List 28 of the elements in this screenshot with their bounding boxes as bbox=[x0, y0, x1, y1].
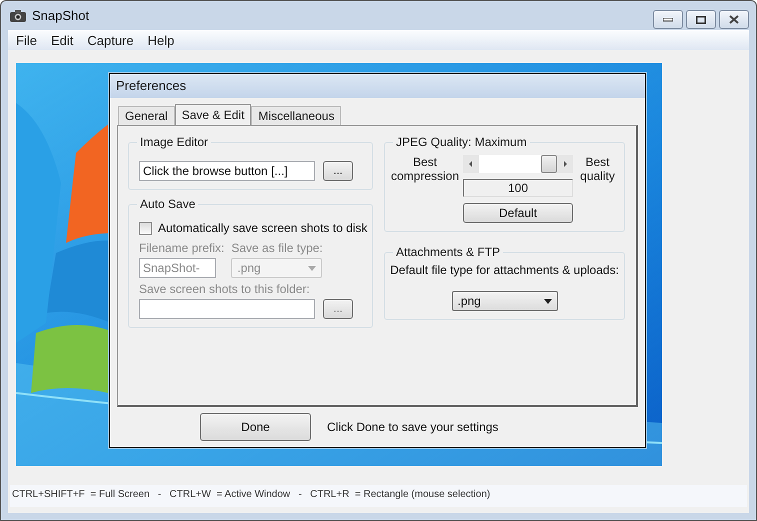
group-title: Auto Save bbox=[137, 197, 198, 211]
field-label: Default file type for attachments & uploads: bbox=[390, 263, 619, 277]
menu-item[interactable]: Edit bbox=[44, 32, 80, 48]
tab[interactable]: Save & Edit bbox=[174, 104, 252, 126]
quality-value: 100 bbox=[463, 179, 574, 197]
hint-text: Click Done to save your settings bbox=[327, 420, 498, 434]
dialog-title: Preferences bbox=[110, 74, 645, 98]
menu-item[interactable]: Capture bbox=[80, 32, 141, 48]
input-field[interactable]: Click the browse button [...] bbox=[139, 161, 315, 181]
group-title: Attachments & FTP bbox=[393, 245, 504, 259]
checkbox-label: Automatically save screen shots to disk bbox=[158, 221, 368, 235]
window-title: SnapShot bbox=[32, 8, 90, 23]
group-title: Image Editor bbox=[137, 135, 212, 149]
menu-item[interactable]: Help bbox=[140, 32, 182, 48]
group-title: JPEG Quality: Maximum bbox=[393, 135, 530, 149]
field-label: Save screen shots to this folder: bbox=[139, 282, 310, 296]
tab[interactable]: Miscellaneous bbox=[251, 106, 342, 125]
field-label: Save as file type: bbox=[231, 241, 323, 255]
done-button[interactable]: Done bbox=[200, 413, 311, 441]
slider-label: Best compression bbox=[391, 155, 460, 183]
slider-label: Best quality bbox=[579, 155, 616, 183]
dropdown[interactable]: .png bbox=[452, 291, 558, 311]
tab[interactable]: General bbox=[118, 106, 175, 125]
default-button[interactable]: Default bbox=[463, 203, 574, 223]
field-label: Filename prefix: bbox=[139, 241, 224, 255]
menu-item[interactable]: File bbox=[9, 32, 44, 48]
status-bar: CTRL+SHIFT+F = Full Screen - CTRL+W = Active Window - CTRL+R = Rectangle (mouse selection) bbox=[10, 485, 747, 507]
browse-button[interactable]: ... bbox=[323, 161, 353, 181]
